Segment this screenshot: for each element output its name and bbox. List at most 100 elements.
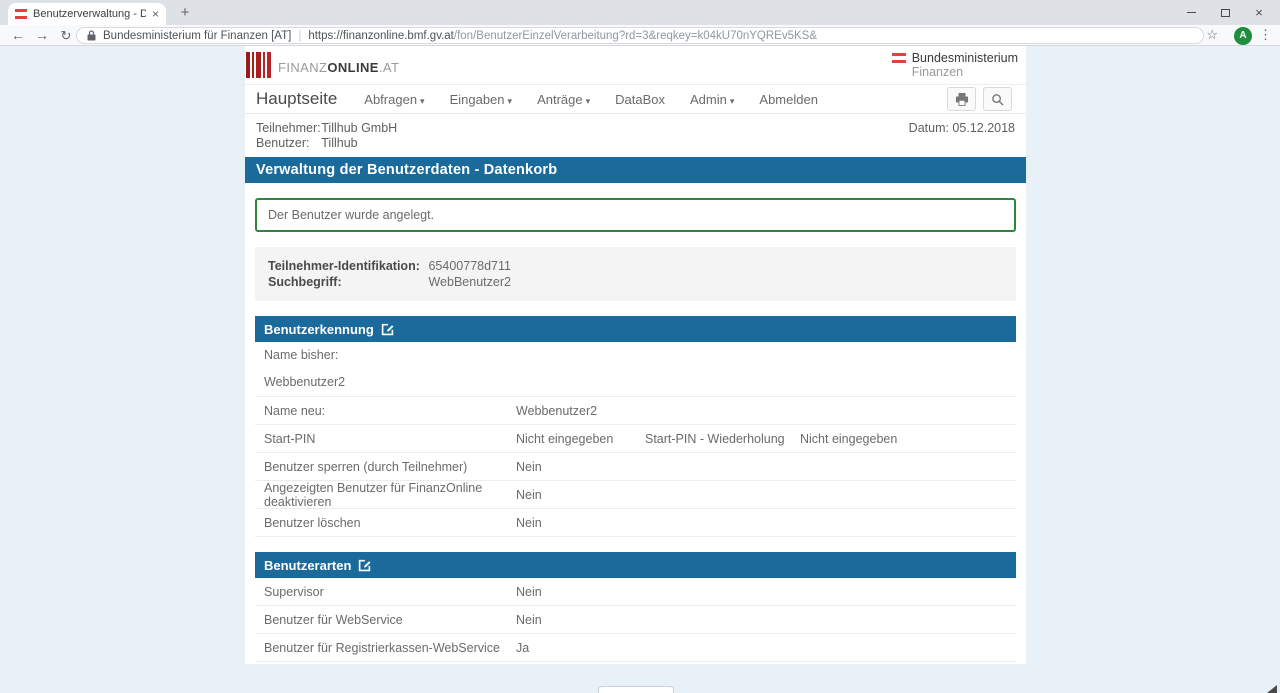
url-domain: https://finanzonline.bmf.gv.at: [308, 29, 454, 42]
name-bisher-value: Webbenutzer2: [264, 375, 346, 389]
table-row: Name neu: Webbenutzer2: [255, 397, 1016, 425]
supervisor-label: Supervisor: [264, 584, 324, 599]
startpin-value: Nicht eingegeben: [516, 431, 614, 446]
table-row: Benutzer löschen Nein: [255, 509, 1016, 537]
teilnehmer-value: Tillhub GmbH: [321, 121, 398, 135]
finanzonline-bars-icon: [246, 52, 271, 78]
benutzer-deaktivieren-label: Angezeigten Benutzer für FinanzOnline de…: [264, 480, 483, 509]
finanzonline-wordmark: FINANZONLINE.AT: [278, 60, 399, 75]
footer-button-cut-off[interactable]: Übersicht: [598, 686, 674, 693]
search-icon: [992, 93, 1004, 106]
nav-abfragen-label: Abfragen: [364, 91, 418, 107]
window-close-button[interactable]: ×: [1242, 0, 1276, 25]
nav-antraege-label: Anträge: [537, 91, 583, 107]
browser-menu-icon[interactable]: ⋮: [1259, 27, 1272, 43]
caret-down-icon: ▾: [507, 95, 513, 106]
site-header: FINANZONLINE.AT Bundesministerium Finanz…: [245, 46, 1026, 85]
table-row: Name bisher: Webbenutzer2: [255, 342, 1016, 397]
benutzer-loeschen-value: Nein: [516, 515, 542, 530]
window-controls: ×: [1174, 0, 1276, 25]
startpin-wiederholung-label: Start-PIN - Wiederholung: [645, 431, 785, 446]
registrierkassen-webservice-value: Ja: [516, 640, 530, 655]
refresh-icon[interactable]: ↻: [56, 26, 76, 45]
summary-row: Teilnehmer-Identifikation: 65400778d711: [268, 258, 1003, 274]
benutzer-row: Benutzer: Tillhub: [256, 136, 1026, 151]
url-path: /fon/BenutzerEinzelVerarbeitung?rd=3&req…: [453, 29, 817, 42]
lock-icon: [87, 30, 96, 41]
url-separator: |: [298, 29, 302, 42]
ministry-line1: Bundesministerium: [911, 51, 1018, 65]
registrierkassen-webservice-label: Benutzer für Registrierkassen-WebService: [264, 640, 500, 655]
benutzer-loeschen-label: Benutzer löschen: [264, 515, 361, 530]
page-title: Verwaltung der Benutzerdaten - Datenkorb: [245, 157, 1026, 183]
nav-abfragen[interactable]: Abfragen ▾: [364, 92, 424, 107]
wordmark-finanz: FINANZ: [278, 60, 328, 75]
site-identity-label: Bundesministerium für Finanzen [AT]: [103, 29, 292, 42]
ministry-text: Bundesministerium Finanzen: [912, 51, 1018, 79]
date-display: Datum: 05.12.2018: [908, 121, 1015, 135]
edit-icon[interactable]: [381, 323, 394, 336]
browser-tab[interactable]: Benutzerverwaltung - Datenkorb ×: [8, 3, 166, 25]
success-message: Der Benutzer wurde angelegt.: [255, 198, 1016, 232]
caret-down-icon: ▾: [729, 95, 735, 106]
window-minimize-button[interactable]: [1174, 0, 1208, 25]
benutzerarten-section: Benutzerarten Supervisor Nein Benutzer f…: [255, 552, 1016, 662]
webservice-value: Nein: [516, 612, 542, 627]
main-navigation: Hauptseite Abfragen ▾ Eingaben ▾ Anträge ▾ …: [245, 85, 1026, 114]
austria-flag-icon: [891, 53, 906, 63]
wordmark-online: ONLINE: [327, 60, 379, 75]
nav-eingaben[interactable]: Eingaben ▾: [450, 92, 512, 107]
benutzer-deaktivieren-value: Nein: [516, 487, 542, 502]
teilnehmer-label: Teilnehmer:: [256, 121, 321, 135]
address-bar[interactable]: Bundesministerium für Finanzen [AT] | ht…: [76, 27, 1204, 44]
finanzonline-logo[interactable]: FINANZONLINE.AT: [246, 52, 399, 78]
nav-antraege[interactable]: Anträge ▾: [537, 92, 590, 107]
search-button[interactable]: [983, 87, 1012, 111]
printer-icon: [955, 92, 968, 106]
benutzerkennung-header: Benutzerkennung: [255, 316, 1016, 342]
table-row: Benutzer für Registrierkassen-WebService…: [255, 634, 1016, 662]
browser-toolbar: ← → ↻ Bundesministerium für Finanzen [AT…: [0, 25, 1280, 46]
nav-hauptseite[interactable]: Hauptseite: [256, 89, 337, 109]
back-icon[interactable]: ←: [8, 26, 28, 45]
tab-close-icon[interactable]: ×: [152, 8, 159, 20]
ministry-logo: Bundesministerium Finanzen: [891, 51, 1018, 79]
scroll-down-icon[interactable]: [1267, 685, 1277, 693]
benutzerarten-title: Benutzerarten: [264, 557, 352, 573]
name-bisher-label: Name bisher:: [264, 348, 339, 362]
table-row: Benutzer sperren (durch Teilnehmer) Nein: [255, 453, 1016, 481]
benutzer-label: Benutzer:: [256, 136, 310, 150]
supervisor-value: Nein: [516, 584, 542, 599]
benutzer-sperren-label: Benutzer sperren (durch Teilnehmer): [264, 459, 468, 474]
table-row: Start-PIN Nicht eingegeben Start-PIN - W…: [255, 425, 1016, 453]
startpin-wiederholung-value: Nicht eingegeben: [800, 431, 898, 446]
url-text: https://finanzonline.bmf.gv.at/fon/Benut…: [308, 30, 817, 42]
forward-icon[interactable]: →: [32, 26, 52, 45]
new-tab-button[interactable]: +: [176, 4, 194, 22]
page-background: FINANZONLINE.AT Bundesministerium Finanz…: [0, 46, 1280, 693]
benutzerarten-header: Benutzerarten: [255, 552, 1016, 578]
austria-flag-favicon: [15, 9, 27, 19]
teilnehmer-id-value: 65400778d711: [428, 259, 511, 273]
ministry-line2: Finanzen: [911, 65, 964, 79]
nav-admin-label: Admin: [690, 91, 727, 107]
nav-databox[interactable]: DataBox: [615, 92, 665, 107]
nav-abmelden[interactable]: Abmelden: [759, 92, 818, 107]
name-neu-value: Webbenutzer2: [516, 403, 598, 418]
browser-tab-strip: Benutzerverwaltung - Datenkorb × + ×: [0, 0, 1280, 25]
window-maximize-button[interactable]: [1208, 0, 1242, 25]
summary-row: Suchbegriff: WebBenutzer2: [268, 274, 1003, 290]
success-message-text: Der Benutzer wurde angelegt.: [268, 208, 435, 222]
teilnehmer-id-label: Teilnehmer-Identifikation:: [268, 259, 420, 273]
benutzer-value: Tillhub: [321, 136, 358, 150]
benutzerkennung-section: Benutzerkennung Name bisher: Webbenutzer…: [255, 316, 1016, 537]
wordmark-at: .AT: [378, 60, 400, 75]
name-neu-label: Name neu:: [264, 403, 326, 418]
caret-down-icon: ▾: [585, 95, 591, 106]
nav-admin[interactable]: Admin ▾: [690, 92, 734, 107]
bookmark-star-icon[interactable]: ☆: [1206, 27, 1218, 43]
edit-icon[interactable]: [358, 559, 371, 572]
profile-avatar[interactable]: A: [1234, 26, 1252, 45]
startpin-label: Start-PIN: [264, 431, 316, 446]
print-button[interactable]: [947, 87, 976, 111]
